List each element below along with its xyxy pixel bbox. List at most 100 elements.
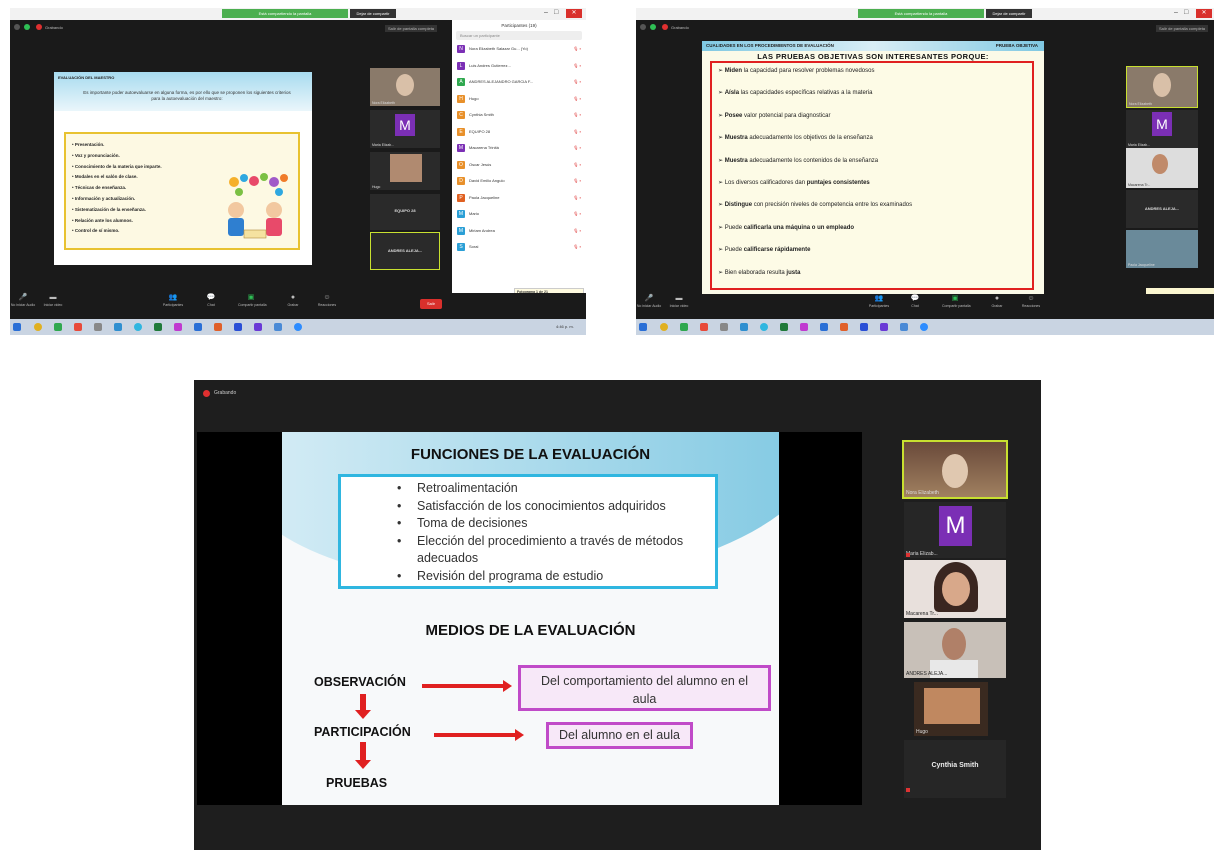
exit-fullscreen-button[interactable]: Salir de pantalla completa: [1156, 25, 1209, 32]
app-icon[interactable]: [840, 323, 848, 331]
video-thumb-2[interactable]: M Maria Elizab...: [904, 502, 1006, 558]
minimize-icon[interactable]: –: [1174, 9, 1178, 16]
video-thumb-5[interactable]: Paola Jacqueline: [1126, 230, 1198, 268]
video-thumb-3[interactable]: Hugo: [370, 152, 440, 190]
video-button[interactable]: ▬ Iniciar video: [40, 293, 66, 308]
app-icon[interactable]: [780, 323, 788, 331]
chrome-icon[interactable]: [34, 323, 42, 331]
video-thumb-4[interactable]: ANDRES ALEJA...: [904, 622, 1006, 678]
muted-mic-icon[interactable]: 🎙 ▪: [573, 96, 581, 101]
video-thumb-2[interactable]: M Maria Elizab...: [370, 110, 440, 148]
participant-row[interactable]: A ANDRES ALEJANDRO GARCIA F... 🎙 ▪: [457, 77, 583, 88]
muted-mic-icon[interactable]: 🎙 ▪: [573, 195, 581, 200]
windows-start-icon[interactable]: [13, 323, 21, 331]
minimize-icon[interactable]: –: [544, 9, 548, 16]
participant-row[interactable]: N Nora Elizabeth Salazar Gu... (Yo) 🎙 ▪: [457, 44, 583, 55]
record-button[interactable]: ● Grabar: [984, 294, 1010, 309]
participants-button[interactable]: 👥 Participantes: [866, 294, 892, 309]
participant-row[interactable]: M Mario 🎙 ▪: [457, 209, 583, 220]
app-icon[interactable]: [174, 323, 182, 331]
participants-button[interactable]: 👥 Participantes: [160, 293, 186, 308]
app-icon[interactable]: [720, 323, 728, 331]
participant-search-input[interactable]: Buscar un participante: [456, 31, 582, 40]
info-icon[interactable]: [14, 24, 20, 30]
video-thumb-host[interactable]: Nora Elizabeth: [1126, 66, 1198, 108]
chat-button[interactable]: 💬 Chat: [198, 293, 224, 308]
reactions-button[interactable]: ☺ Reacciones: [1018, 294, 1044, 309]
app-icon[interactable]: [94, 323, 102, 331]
reactions-button[interactable]: ☺ Reacciones: [314, 293, 340, 308]
stop-share-button[interactable]: Dejar de compartir: [986, 9, 1032, 18]
app-icon[interactable]: [114, 323, 122, 331]
video-thumb-2[interactable]: M Maria Elizab...: [1126, 110, 1198, 148]
video-thumb-4[interactable]: ANDRES ALEJA...: [1126, 190, 1198, 228]
exit-fullscreen-button[interactable]: Salir de pantalla completa: [385, 25, 438, 32]
windows-start-icon[interactable]: [639, 323, 647, 331]
app-icon[interactable]: [820, 323, 828, 331]
muted-mic-icon[interactable]: 🎙 ▪: [573, 112, 581, 117]
muted-mic-icon[interactable]: 🎙 ▪: [573, 46, 581, 51]
video-button[interactable]: ▬ Iniciar video: [666, 294, 692, 309]
app-icon[interactable]: [134, 323, 142, 331]
app-icon[interactable]: [194, 323, 202, 331]
audio-button[interactable]: 🎤 No iniciar Audio: [10, 293, 36, 308]
info-icon[interactable]: [640, 24, 646, 30]
maximize-icon[interactable]: □: [1184, 9, 1188, 16]
app-icon[interactable]: [700, 323, 708, 331]
app-icon[interactable]: [740, 323, 748, 331]
close-icon[interactable]: ✕: [566, 9, 582, 18]
maximize-icon[interactable]: □: [554, 9, 558, 16]
share-screen-button[interactable]: ▣ Compartir pantalla: [238, 293, 267, 308]
app-icon[interactable]: [234, 323, 242, 331]
video-thumb-host[interactable]: Nora Elizabeth: [370, 68, 440, 106]
muted-mic-icon[interactable]: 🎙 ▪: [573, 228, 581, 233]
app-icon[interactable]: [154, 323, 162, 331]
muted-mic-icon[interactable]: 🎙 ▪: [573, 145, 581, 150]
chat-button[interactable]: 💬 Chat: [902, 294, 928, 309]
muted-mic-icon[interactable]: 🎙 ▪: [573, 63, 581, 68]
video-thumb-3[interactable]: Macarena Tr...: [1126, 148, 1198, 188]
app-icon[interactable]: [54, 323, 62, 331]
video-thumb-5-active[interactable]: ANDRES ALEJA...: [370, 232, 440, 270]
participant-row[interactable]: D David Emilio Angulo 🎙 ▪: [457, 176, 583, 187]
muted-mic-icon[interactable]: 🎙 ▪: [573, 129, 581, 134]
record-button[interactable]: ● Grabar: [280, 293, 306, 308]
app-icon[interactable]: [800, 323, 808, 331]
share-screen-button[interactable]: ▣ Compartir pantalla: [942, 294, 971, 309]
participant-row[interactable]: M Miriam Andrea 🎙 ▪: [457, 226, 583, 237]
video-thumb-4[interactable]: EQUIPO 28: [370, 194, 440, 230]
shield-icon[interactable]: [24, 24, 30, 30]
participant-row[interactable]: S Sorai 🎙 ▪: [457, 242, 583, 253]
participant-row[interactable]: C Cynthia Smith 🎙 ▪: [457, 110, 583, 121]
zoom-icon[interactable]: [920, 323, 928, 331]
participant-row[interactable]: P Paola Jacqueline 🎙 ▪: [457, 193, 583, 204]
muted-mic-icon[interactable]: 🎙 ▪: [573, 211, 581, 216]
app-icon[interactable]: [214, 323, 222, 331]
video-thumb-host[interactable]: Nora Elizabeth: [902, 440, 1008, 499]
participant-row[interactable]: H Hugo 🎙 ▪: [457, 94, 583, 105]
app-icon[interactable]: [254, 323, 262, 331]
participant-row[interactable]: M Macarena Trinitá 🎙 ▪: [457, 143, 583, 154]
video-thumb-3[interactable]: Macarena Tr...: [904, 560, 1006, 618]
muted-mic-icon[interactable]: 🎙 ▪: [573, 178, 581, 183]
participant-row[interactable]: E EQUIPO 28 🎙 ▪: [457, 127, 583, 138]
end-button[interactable]: Salir: [420, 299, 442, 309]
app-icon[interactable]: [880, 323, 888, 331]
participant-row[interactable]: O Oscar Jesús 🎙 ▪: [457, 160, 583, 171]
zoom-icon[interactable]: [294, 323, 302, 331]
app-icon[interactable]: [74, 323, 82, 331]
shield-icon[interactable]: [650, 24, 656, 30]
stop-share-button[interactable]: Dejar de compartir: [350, 9, 396, 18]
app-icon[interactable]: [274, 323, 282, 331]
app-icon[interactable]: [760, 323, 768, 331]
video-thumb-5[interactable]: Hugo: [914, 682, 988, 736]
muted-mic-icon[interactable]: 🎙 ▪: [573, 244, 581, 249]
muted-mic-icon[interactable]: 🎙 ▪: [573, 79, 581, 84]
app-icon[interactable]: [860, 323, 868, 331]
close-icon[interactable]: ✕: [1196, 9, 1212, 18]
participant-row[interactable]: L Luis Andres Gutierrez... 🎙 ▪: [457, 61, 583, 72]
video-thumb-6[interactable]: Cynthia Smith: [904, 740, 1006, 798]
chrome-icon[interactable]: [660, 323, 668, 331]
app-icon[interactable]: [680, 323, 688, 331]
audio-button[interactable]: 🎤 No iniciar Audio: [636, 294, 662, 309]
